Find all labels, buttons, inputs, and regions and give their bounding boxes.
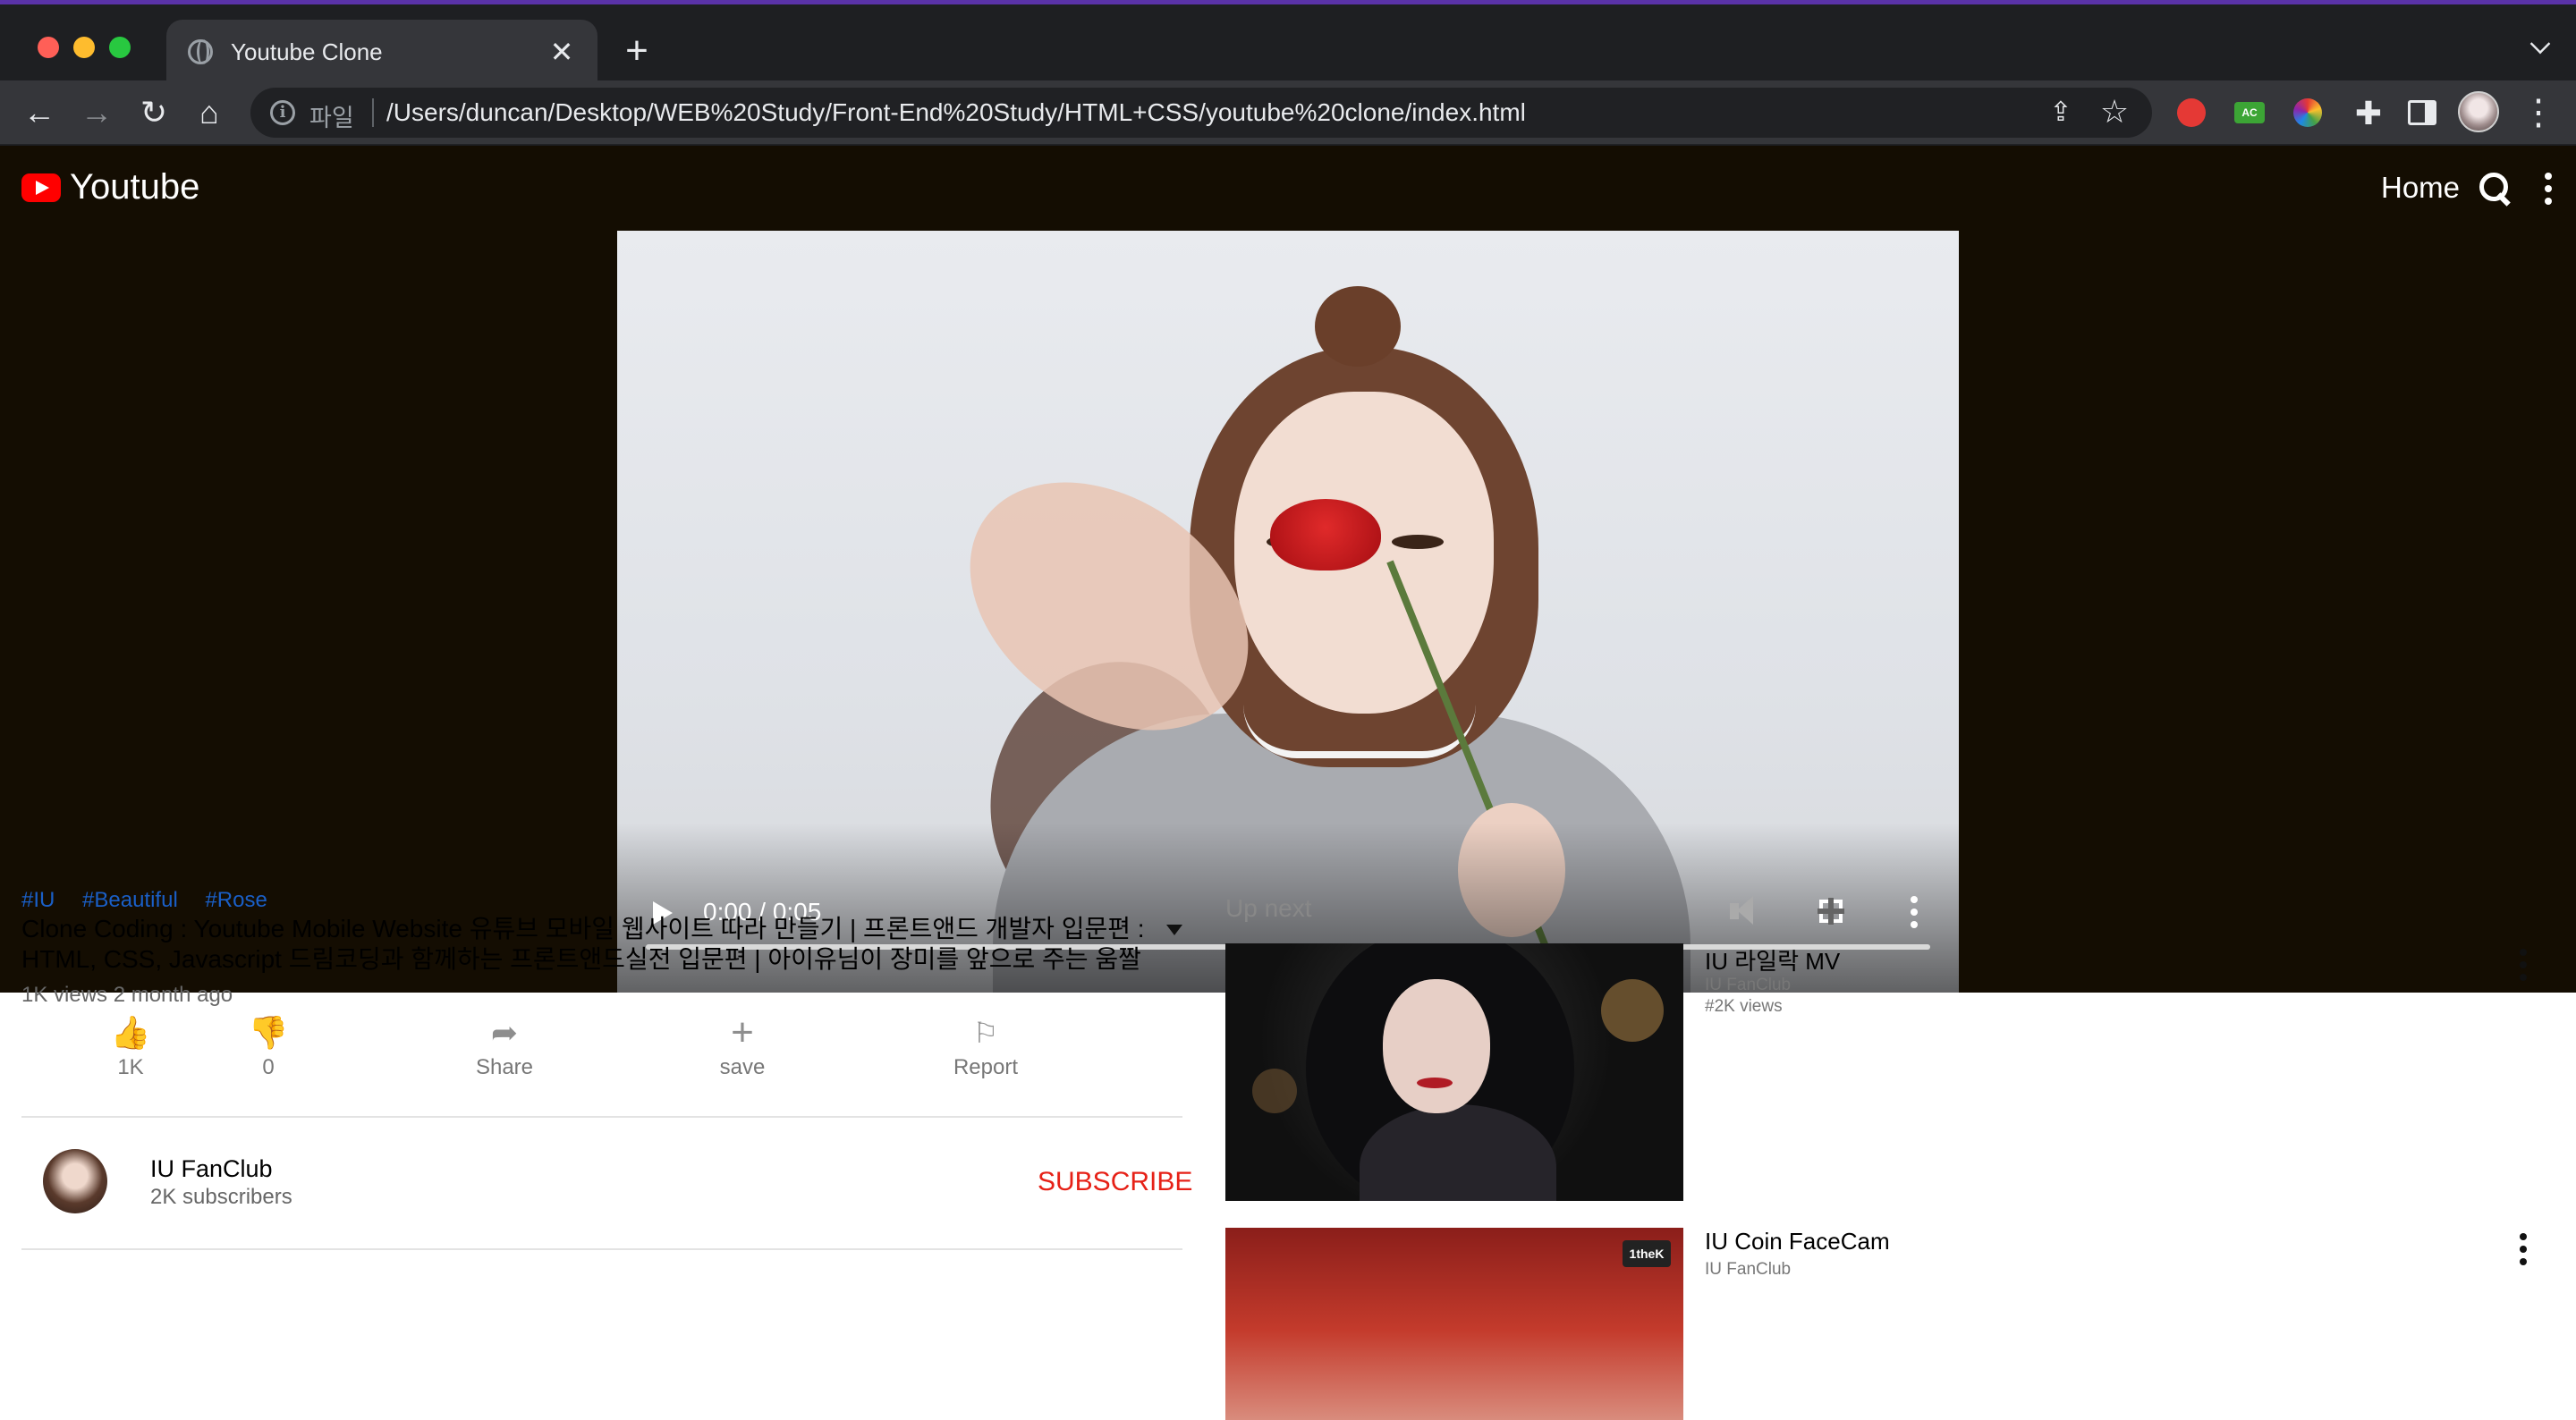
home-button[interactable]: ⌂ — [186, 89, 233, 136]
share-label: Share — [475, 1055, 534, 1079]
player-container: 0:00 / 0:05 — [0, 231, 2576, 993]
player-more-icon[interactable] — [1909, 894, 1919, 930]
file-scheme-label: 파일 — [309, 105, 354, 131]
save-button[interactable]: + save — [671, 1010, 814, 1089]
video-title: Clone Coding : Youtube Mobile Website 유튜… — [21, 915, 1145, 973]
tab-close-icon[interactable]: ✕ — [544, 34, 580, 70]
thumbs-down-icon: 👎 — [248, 1014, 289, 1051]
extensions-puzzle-icon[interactable]: ✚ — [2351, 95, 2386, 131]
video-meta: 1K views 2 month ago — [21, 983, 233, 1007]
volume-muted-icon[interactable] — [1728, 894, 1766, 930]
video-thumbnail[interactable] — [1225, 943, 1683, 1201]
expand-title-icon[interactable] — [1166, 925, 1182, 935]
related-video-channel: IU FanClub — [1705, 1260, 1792, 1279]
divider — [21, 1248, 1182, 1250]
profile-avatar[interactable] — [2458, 91, 2499, 132]
plus-icon: + — [731, 1010, 754, 1054]
like-count: 1K — [117, 1055, 144, 1079]
share-icon[interactable]: ⇪ — [2045, 97, 2077, 128]
tag-link[interactable]: #Rose — [205, 888, 267, 912]
ac-extension-icon[interactable]: AC — [2234, 102, 2265, 123]
video-thumbnail[interactable]: 1theK — [1225, 1228, 1683, 1420]
video-tags: #IU #Beautiful #Rose — [21, 888, 289, 913]
related-video-item[interactable]: 1theK IU Coin FaceCam IU FanClub — [1225, 1228, 2547, 1420]
search-icon[interactable] — [2478, 171, 2513, 207]
like-button[interactable]: 👍 1K — [59, 1010, 202, 1089]
adblock-extension-icon[interactable] — [2177, 98, 2206, 127]
web-page: Youtube Home 0:00 / 0:05 #IU #Beautiful … — [0, 146, 2576, 1420]
window-close-button[interactable] — [38, 37, 59, 58]
dislike-count: 0 — [262, 1055, 275, 1079]
video-actions: 👍 1K 👎 0 ➦ Share + save ⚐ Report — [21, 1010, 1182, 1089]
address-bar[interactable]: i 파일 /Users/duncan/Desktop/WEB%20Study/F… — [250, 88, 2152, 138]
url-text[interactable]: /Users/duncan/Desktop/WEB%20Study/Front-… — [386, 98, 1526, 127]
side-panel-icon[interactable] — [2408, 100, 2436, 125]
channel-name[interactable]: IU FanClub — [150, 1155, 273, 1183]
related-video-title[interactable]: IU 라일락 MV — [1705, 943, 1840, 976]
subscribe-button[interactable]: SUBSCRIBE — [1038, 1167, 1192, 1197]
browser-toolbar: ← → ↻ ⌂ i 파일 /Users/duncan/Desktop/WEB%2… — [0, 80, 2576, 145]
globe-icon — [188, 39, 213, 64]
chevron-down-icon[interactable] — [2529, 33, 2551, 55]
save-label: save — [719, 1055, 766, 1079]
browser-tab[interactable]: Youtube Clone ✕ — [166, 20, 597, 85]
related-video-views: #2K views — [1705, 997, 1783, 1016]
tag-link[interactable]: #IU — [21, 888, 55, 912]
up-next-heading: Up next — [1225, 894, 1312, 922]
dislike-button[interactable]: 👎 0 — [197, 1010, 340, 1089]
brand-title[interactable]: Youtube — [70, 167, 199, 207]
related-video-title[interactable]: IU Coin FaceCam — [1705, 1228, 1890, 1255]
browser-menu-icon[interactable]: ⋮ — [2521, 89, 2556, 136]
report-button[interactable]: ⚐ Report — [914, 1010, 1057, 1089]
nav-home-link[interactable]: Home — [2381, 171, 2460, 205]
share-arrow-icon: ➦ — [490, 1014, 519, 1051]
channel-subscribers: 2K subscribers — [150, 1185, 292, 1209]
bookmark-star-icon[interactable]: ☆ — [2097, 93, 2132, 131]
new-tab-button[interactable]: + — [615, 30, 658, 72]
browser-tab-bar: Youtube Clone ✕ + — [0, 4, 2576, 85]
share-button[interactable]: ➦ Share — [433, 1010, 576, 1089]
video-player[interactable]: 0:00 / 0:05 — [617, 231, 1959, 993]
address-separator — [372, 98, 374, 127]
report-label: Report — [953, 1055, 1019, 1079]
more-vert-icon[interactable] — [2542, 171, 2555, 207]
info-icon[interactable]: i — [270, 100, 295, 125]
flag-icon: ⚐ — [972, 1017, 999, 1049]
related-video-channel: IU FanClub — [1705, 976, 1792, 994]
more-vert-icon[interactable] — [2517, 1231, 2529, 1267]
more-vert-icon[interactable] — [2517, 947, 2529, 983]
site-header: Youtube Home — [0, 146, 2576, 231]
channel-watermark: 1theK — [1623, 1240, 1671, 1267]
window-minimize-button[interactable] — [73, 37, 95, 58]
color-picker-extension-icon[interactable] — [2293, 98, 2322, 127]
reload-button[interactable]: ↻ — [131, 89, 177, 136]
channel-avatar[interactable] — [43, 1149, 107, 1213]
tab-title: Youtube Clone — [231, 38, 383, 65]
back-button[interactable]: ← — [16, 89, 63, 136]
fullscreen-icon[interactable] — [1818, 898, 1844, 925]
youtube-logo-icon[interactable] — [21, 173, 61, 202]
thumbs-up-icon: 👍 — [110, 1014, 151, 1051]
divider — [21, 1116, 1182, 1118]
window-zoom-button[interactable] — [109, 37, 131, 58]
related-video-item[interactable]: IU 라일락 MV IU FanClub #2K views — [1225, 943, 2547, 1201]
tag-link[interactable]: #Beautiful — [82, 888, 178, 912]
forward-button[interactable]: → — [73, 89, 120, 136]
